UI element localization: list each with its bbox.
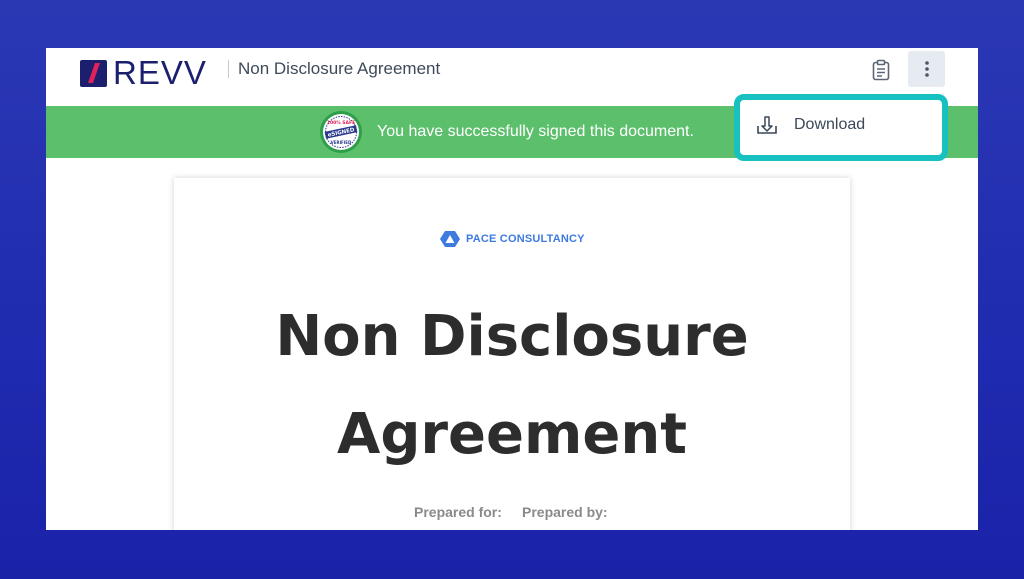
- clipboard-button[interactable]: [869, 58, 893, 82]
- company-brand: PACE CONSULTANCY: [440, 230, 585, 248]
- svg-text:100% SAFE: 100% SAFE: [327, 120, 355, 126]
- header-divider: [228, 60, 229, 78]
- company-name: PACE CONSULTANCY: [466, 233, 585, 245]
- menu-item-download[interactable]: Download: [756, 115, 865, 135]
- company-logo-icon: [440, 231, 460, 247]
- document-title: Non Disclosure Agreement: [238, 59, 441, 78]
- heading-line-2: Agreement: [337, 402, 687, 467]
- svg-text:VERIFIED: VERIFIED: [331, 140, 352, 145]
- logo-text: REVV: [113, 54, 207, 91]
- download-label: Download: [794, 116, 866, 133]
- clipboard-icon: [872, 59, 890, 81]
- more-options-button[interactable]: [908, 51, 945, 87]
- prepared-for-label: Prepared for:: [414, 504, 502, 520]
- download-icon: [757, 116, 777, 134]
- vertical-dots-icon: [924, 61, 929, 77]
- revv-logo[interactable]: REVV: [80, 56, 207, 90]
- document-heading: Non Disclosure Agreement: [174, 288, 850, 484]
- logo-mark-icon: [80, 59, 107, 87]
- esigned-seal-icon: 100% SAFE eSIGNED VERIFIED: [319, 110, 363, 154]
- document-page: PACE CONSULTANCY Non Disclosure Agreemen…: [174, 178, 850, 530]
- prepared-by-label: Prepared by:: [522, 504, 608, 520]
- heading-line-1: Non Disclosure: [275, 304, 749, 369]
- signed-message: You have successfully signed this docume…: [377, 123, 694, 140]
- options-dropdown-menu: Download: [734, 94, 948, 161]
